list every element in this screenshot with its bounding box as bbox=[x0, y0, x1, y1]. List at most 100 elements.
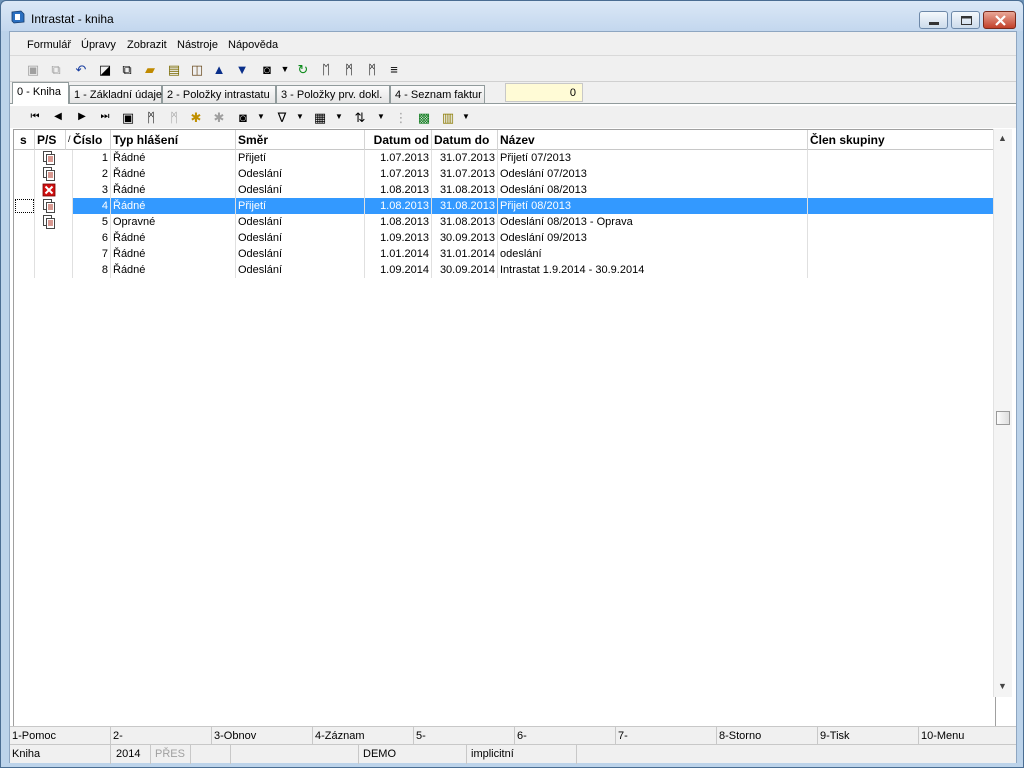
find-icon[interactable]: ᛗ bbox=[142, 108, 160, 126]
row-select-cell[interactable] bbox=[14, 198, 35, 214]
copy-record-icon[interactable]: ⧉ bbox=[118, 60, 136, 78]
tree-icon[interactable]: ⋮ bbox=[392, 108, 410, 126]
cell-od: 1.08.2013 bbox=[365, 182, 432, 198]
binoculars-next-icon[interactable]: ᛗ bbox=[340, 60, 358, 78]
binoculars-prev-icon[interactable]: ᛗ bbox=[363, 60, 381, 78]
scroll-thumb[interactable] bbox=[996, 411, 1010, 425]
cell-cislo: 6 bbox=[73, 230, 111, 246]
row-select-cell[interactable] bbox=[14, 230, 35, 246]
scroll-down-icon[interactable]: ▼ bbox=[998, 681, 1007, 691]
mark-add-icon[interactable]: ✱ bbox=[187, 108, 205, 126]
new-record-icon[interactable]: ◪ bbox=[96, 60, 114, 78]
book-icon[interactable]: ◫ bbox=[188, 60, 206, 78]
dropdown-icon[interactable]: ▼ bbox=[276, 60, 294, 78]
last-record-icon[interactable]: ⏭ bbox=[96, 108, 114, 126]
fkey-6[interactable]: 6- bbox=[515, 727, 616, 745]
excel-export-icon[interactable]: ▩ bbox=[415, 108, 433, 126]
main-toolbar: ▣ ⧉ ↶ ◪ ⧉ ▰ ▤ ◫ ▲ ▼ ◙ ▼ ↻ ᛖ ᛗ ᛗ ≡ bbox=[10, 56, 1016, 82]
print-view-dropdown-icon[interactable]: ▼ bbox=[252, 108, 270, 126]
save-icon[interactable]: ▣ bbox=[24, 60, 42, 78]
menu-zobrazit[interactable]: Zobrazit bbox=[127, 39, 167, 51]
table-row[interactable]: 8 Řádné Odeslání 1.09.2014 30.09.2014 Intras… bbox=[14, 262, 994, 278]
report-dropdown-icon[interactable]: ▼ bbox=[457, 108, 475, 126]
menu-napoveda[interactable]: Nápověda bbox=[228, 39, 278, 51]
undo-icon[interactable]: ↶ bbox=[72, 60, 90, 78]
filter-dropdown-icon[interactable]: ▼ bbox=[291, 108, 309, 126]
fkey-9[interactable]: 9-Tisk bbox=[818, 727, 919, 745]
print-view-icon[interactable]: ◙ bbox=[234, 108, 252, 126]
col-header-datum-do[interactable]: Datum do bbox=[432, 130, 498, 150]
column-settings-icon[interactable]: ▦ bbox=[311, 108, 329, 126]
tab-seznam-faktur[interactable]: 4 - Seznam faktur bbox=[390, 85, 485, 104]
row-select-cell[interactable] bbox=[14, 246, 35, 262]
fkey-5[interactable]: 5- bbox=[414, 727, 515, 745]
prev-record-icon[interactable]: ◀ bbox=[49, 108, 67, 126]
title-bar[interactable]: Intrastat - kniha bbox=[1, 1, 1023, 31]
scroll-up-icon[interactable]: ▲ bbox=[998, 133, 1007, 143]
menu-formular[interactable]: Formulář bbox=[27, 39, 71, 51]
fkey-7[interactable]: 7- bbox=[616, 727, 717, 745]
col-header-datum-od[interactable]: Datum od bbox=[365, 130, 432, 150]
tab-polozky-intrastatu[interactable]: 2 - Položky intrastatu bbox=[162, 85, 276, 104]
refresh-icon[interactable]: ↻ bbox=[294, 60, 312, 78]
report-icon[interactable]: ▥ bbox=[439, 108, 457, 126]
vertical-scrollbar[interactable]: ▲ ▼ bbox=[993, 129, 1012, 697]
mark-remove-icon[interactable]: ✱ bbox=[210, 108, 228, 126]
sort-dropdown-icon[interactable]: ▼ bbox=[372, 108, 390, 126]
table-row[interactable]: 7 Řádné Odeslání 1.01.2014 31.01.2014 odeslán… bbox=[14, 246, 994, 262]
open-folder-icon[interactable]: ▰ bbox=[141, 60, 159, 78]
table-row[interactable]: 5 Opravné Odeslání 1.08.2013 31.08.2013 Odesl… bbox=[14, 214, 994, 230]
arrow-down-icon[interactable]: ▼ bbox=[233, 60, 251, 78]
camera-icon[interactable]: ◙ bbox=[258, 60, 276, 78]
sort-indicator-icon: / bbox=[68, 134, 71, 144]
records-grid[interactable]: s P/S / Číslo Typ hlášení Směr Datum od … bbox=[13, 129, 997, 729]
close-button[interactable] bbox=[983, 11, 1016, 29]
menu-nastroje[interactable]: Nástroje bbox=[177, 39, 218, 51]
save-all-icon[interactable]: ⧉ bbox=[47, 60, 65, 78]
first-record-icon[interactable]: ⏮ bbox=[26, 108, 44, 126]
row-select-cell[interactable] bbox=[14, 150, 35, 166]
col-header-nazev[interactable]: Název bbox=[498, 130, 808, 150]
list-icon[interactable]: ≡ bbox=[385, 60, 403, 78]
col-header-s[interactable]: s bbox=[14, 130, 35, 150]
binoculars-icon[interactable]: ᛖ bbox=[317, 60, 335, 78]
table-row[interactable]: 2 Řádné Odeslání 1.07.2013 31.07.2013 Odeslán… bbox=[14, 166, 994, 182]
table-row[interactable]: 3 Řádné Odeslání 1.08.2013 31.08.2013 Odeslán… bbox=[14, 182, 994, 198]
table-row[interactable]: 6 Řádné Odeslání 1.09.2013 30.09.2013 Odeslán… bbox=[14, 230, 994, 246]
col-header-clen-skupiny[interactable]: Člen skupiny bbox=[808, 130, 994, 150]
lock-icon[interactable]: ▤ bbox=[165, 60, 183, 78]
filter-icon[interactable]: ∇ bbox=[273, 108, 291, 126]
fkey-10[interactable]: 10-Menu bbox=[919, 727, 1016, 745]
tab-polozky-prv-dokl[interactable]: 3 - Položky prv. dokl. bbox=[276, 85, 390, 104]
table-row[interactable]: 4 Řádné Přijetí 1.08.2013 31.08.2013 Přijetí … bbox=[14, 198, 994, 214]
col-header-typ[interactable]: Typ hlášení bbox=[111, 130, 236, 150]
minimize-button[interactable] bbox=[919, 11, 948, 29]
next-record-icon[interactable]: ▶ bbox=[73, 108, 91, 126]
col-header-ps[interactable]: P/S bbox=[35, 130, 66, 150]
fkey-8[interactable]: 8-Storno bbox=[717, 727, 818, 745]
maximize-button[interactable] bbox=[951, 11, 980, 29]
col-header-cislo[interactable]: Číslo bbox=[73, 130, 111, 150]
function-key-bar: 1-Pomoc 2- 3-Obnov 4-Záznam 5- 6- 7- 8-S… bbox=[10, 726, 1016, 745]
tab-kniha[interactable]: 0 - Kniha bbox=[12, 82, 69, 104]
cell-typ: Opravné bbox=[111, 214, 236, 230]
table-row[interactable]: 1 Řádné Přijetí 1.07.2013 31.07.2013 Přijetí … bbox=[14, 150, 994, 166]
fkey-1[interactable]: 1-Pomoc bbox=[10, 727, 111, 745]
row-select-cell[interactable] bbox=[14, 166, 35, 182]
sort-icon[interactable]: ⇅ bbox=[351, 108, 369, 126]
col-header-smer[interactable]: Směr bbox=[236, 130, 365, 150]
column-settings-dropdown-icon[interactable]: ▼ bbox=[330, 108, 348, 126]
row-select-cell[interactable] bbox=[14, 262, 35, 278]
fkey-3[interactable]: 3-Obnov bbox=[212, 727, 313, 745]
menu-upravy[interactable]: Úpravy bbox=[81, 39, 116, 51]
row-select-cell[interactable] bbox=[14, 214, 35, 230]
row-select-cell[interactable] bbox=[14, 182, 35, 198]
fkey-2[interactable]: 2- bbox=[111, 727, 212, 745]
fkey-4[interactable]: 4-Záznam bbox=[313, 727, 414, 745]
cell-do: 31.07.2013 bbox=[432, 166, 498, 182]
cell-do: 31.08.2013 bbox=[432, 198, 498, 214]
find-next-icon[interactable]: ᛗ bbox=[165, 108, 183, 126]
edit-record-icon[interactable]: ▣ bbox=[119, 108, 137, 126]
tab-zakladni-udaje[interactable]: 1 - Základní údaje bbox=[69, 85, 162, 104]
arrow-up-icon[interactable]: ▲ bbox=[210, 60, 228, 78]
